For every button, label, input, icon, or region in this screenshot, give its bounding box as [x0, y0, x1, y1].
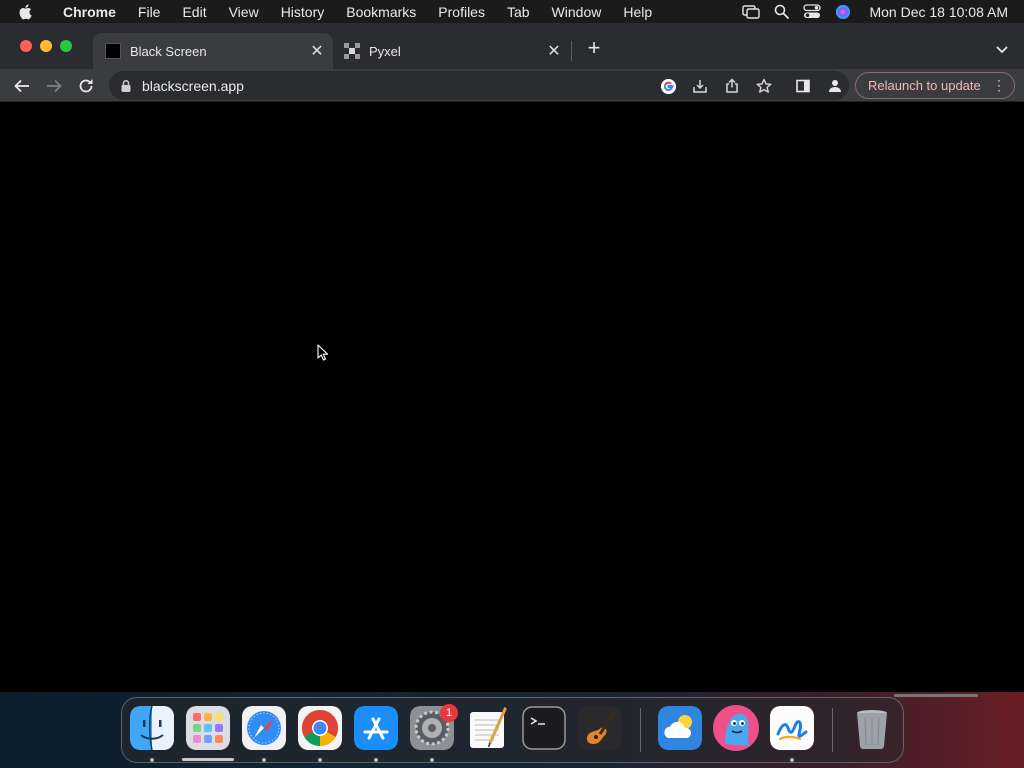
menu-view[interactable]: View — [218, 4, 270, 20]
pinniped-app-icon[interactable] — [712, 704, 760, 752]
side-panel-button[interactable] — [790, 73, 816, 99]
window-zoom-button[interactable] — [60, 40, 72, 52]
close-tab-icon[interactable]: ✕ — [305, 41, 329, 61]
running-indicator — [150, 758, 154, 762]
more-options-icon[interactable]: ⋮ — [992, 77, 1006, 93]
reload-button[interactable] — [73, 73, 99, 99]
side-panel-icon — [796, 79, 810, 93]
screen-mirroring-icon[interactable] — [742, 4, 761, 19]
arrow-left-icon — [14, 79, 29, 93]
control-center-icon[interactable] — [803, 4, 822, 19]
finder-icon[interactable] — [130, 706, 174, 750]
launchpad-indicator — [182, 758, 234, 761]
google-chrome-icon[interactable] — [298, 706, 342, 750]
tab-title: Pyxel — [369, 43, 401, 59]
pyxel-icon — [344, 43, 360, 59]
forward-button[interactable] — [41, 73, 67, 99]
google-g-icon — [660, 78, 676, 94]
share-button[interactable] — [719, 73, 745, 99]
browser-toolbar: blackscreen.app Relaunch to update ⋮ — [0, 69, 1024, 102]
black-square-icon — [105, 43, 121, 59]
relaunch-to-update-button[interactable]: Relaunch to update ⋮ — [855, 72, 1015, 99]
bookmark-button[interactable] — [751, 73, 777, 99]
running-indicator — [790, 758, 794, 762]
trash-icon[interactable] — [850, 706, 894, 750]
arrow-right-icon — [47, 79, 62, 93]
menu-edit[interactable]: Edit — [171, 4, 217, 20]
window-close-button[interactable] — [20, 40, 32, 52]
dock: 1 — [121, 697, 904, 763]
menu-history[interactable]: History — [270, 4, 336, 20]
menu-clock[interactable]: Mon Dec 18 10:08 AM — [869, 4, 1008, 20]
page-content-black-screen[interactable] — [0, 103, 1024, 695]
google-lens-button[interactable] — [655, 73, 681, 99]
weather-icon[interactable] — [658, 706, 702, 750]
apple-logo-icon — [19, 3, 32, 19]
running-indicator — [374, 758, 378, 762]
back-button[interactable] — [9, 73, 35, 99]
running-indicator — [318, 758, 322, 762]
status-area: Mon Dec 18 10:08 AM — [742, 4, 1024, 20]
window-minimize-button[interactable] — [40, 40, 52, 52]
tab-pyxel[interactable]: Pyxel ✕ — [332, 33, 570, 69]
share-icon — [726, 78, 738, 93]
running-indicator — [262, 758, 266, 762]
profile-icon — [829, 80, 841, 92]
garageband-icon[interactable] — [578, 706, 622, 750]
dock-separator — [640, 708, 641, 752]
new-tab-button[interactable]: + — [582, 36, 606, 60]
dock-separator — [832, 708, 833, 752]
safari-icon[interactable] — [242, 706, 286, 750]
menu-bar: Chrome File Edit View History Bookmarks … — [0, 0, 1024, 23]
star-icon — [756, 78, 772, 93]
tab-title: Black Screen — [130, 43, 207, 59]
menu-file[interactable]: File — [127, 4, 172, 20]
tab-strip: Black Screen ✕ Pyxel ✕ + — [0, 23, 1024, 69]
tab-search-chevron-icon[interactable] — [990, 37, 1014, 61]
menu-bookmarks[interactable]: Bookmarks — [335, 4, 427, 20]
install-app-button[interactable] — [687, 73, 713, 99]
terminal-icon[interactable] — [522, 706, 566, 750]
menu-app-name[interactable]: Chrome — [52, 4, 127, 20]
textedit-icon[interactable] — [466, 706, 510, 750]
profile-button[interactable] — [822, 73, 848, 99]
tab-separator — [571, 41, 572, 61]
install-icon — [693, 80, 707, 93]
siri-icon[interactable] — [835, 4, 851, 20]
reload-icon — [79, 79, 93, 93]
mouse-cursor-icon — [317, 344, 329, 361]
running-indicator — [430, 758, 434, 762]
apple-menu[interactable] — [0, 3, 52, 20]
menu-help[interactable]: Help — [612, 4, 663, 20]
lock-icon[interactable] — [119, 79, 133, 93]
relaunch-label: Relaunch to update — [868, 78, 981, 93]
scroll-indicator — [894, 694, 978, 697]
menu-profiles[interactable]: Profiles — [427, 4, 496, 20]
url-text[interactable]: blackscreen.app — [142, 78, 244, 94]
tab-black-screen[interactable]: Black Screen ✕ — [93, 33, 333, 69]
menu-tab[interactable]: Tab — [496, 4, 541, 20]
app-store-icon[interactable] — [354, 706, 398, 750]
notification-badge: 1 — [440, 704, 458, 722]
menu-window[interactable]: Window — [541, 4, 613, 20]
freeform-icon[interactable] — [770, 706, 814, 750]
close-tab-icon[interactable]: ✕ — [542, 41, 566, 61]
launchpad-icon[interactable] — [186, 706, 230, 750]
spotlight-search-icon[interactable] — [774, 4, 790, 19]
